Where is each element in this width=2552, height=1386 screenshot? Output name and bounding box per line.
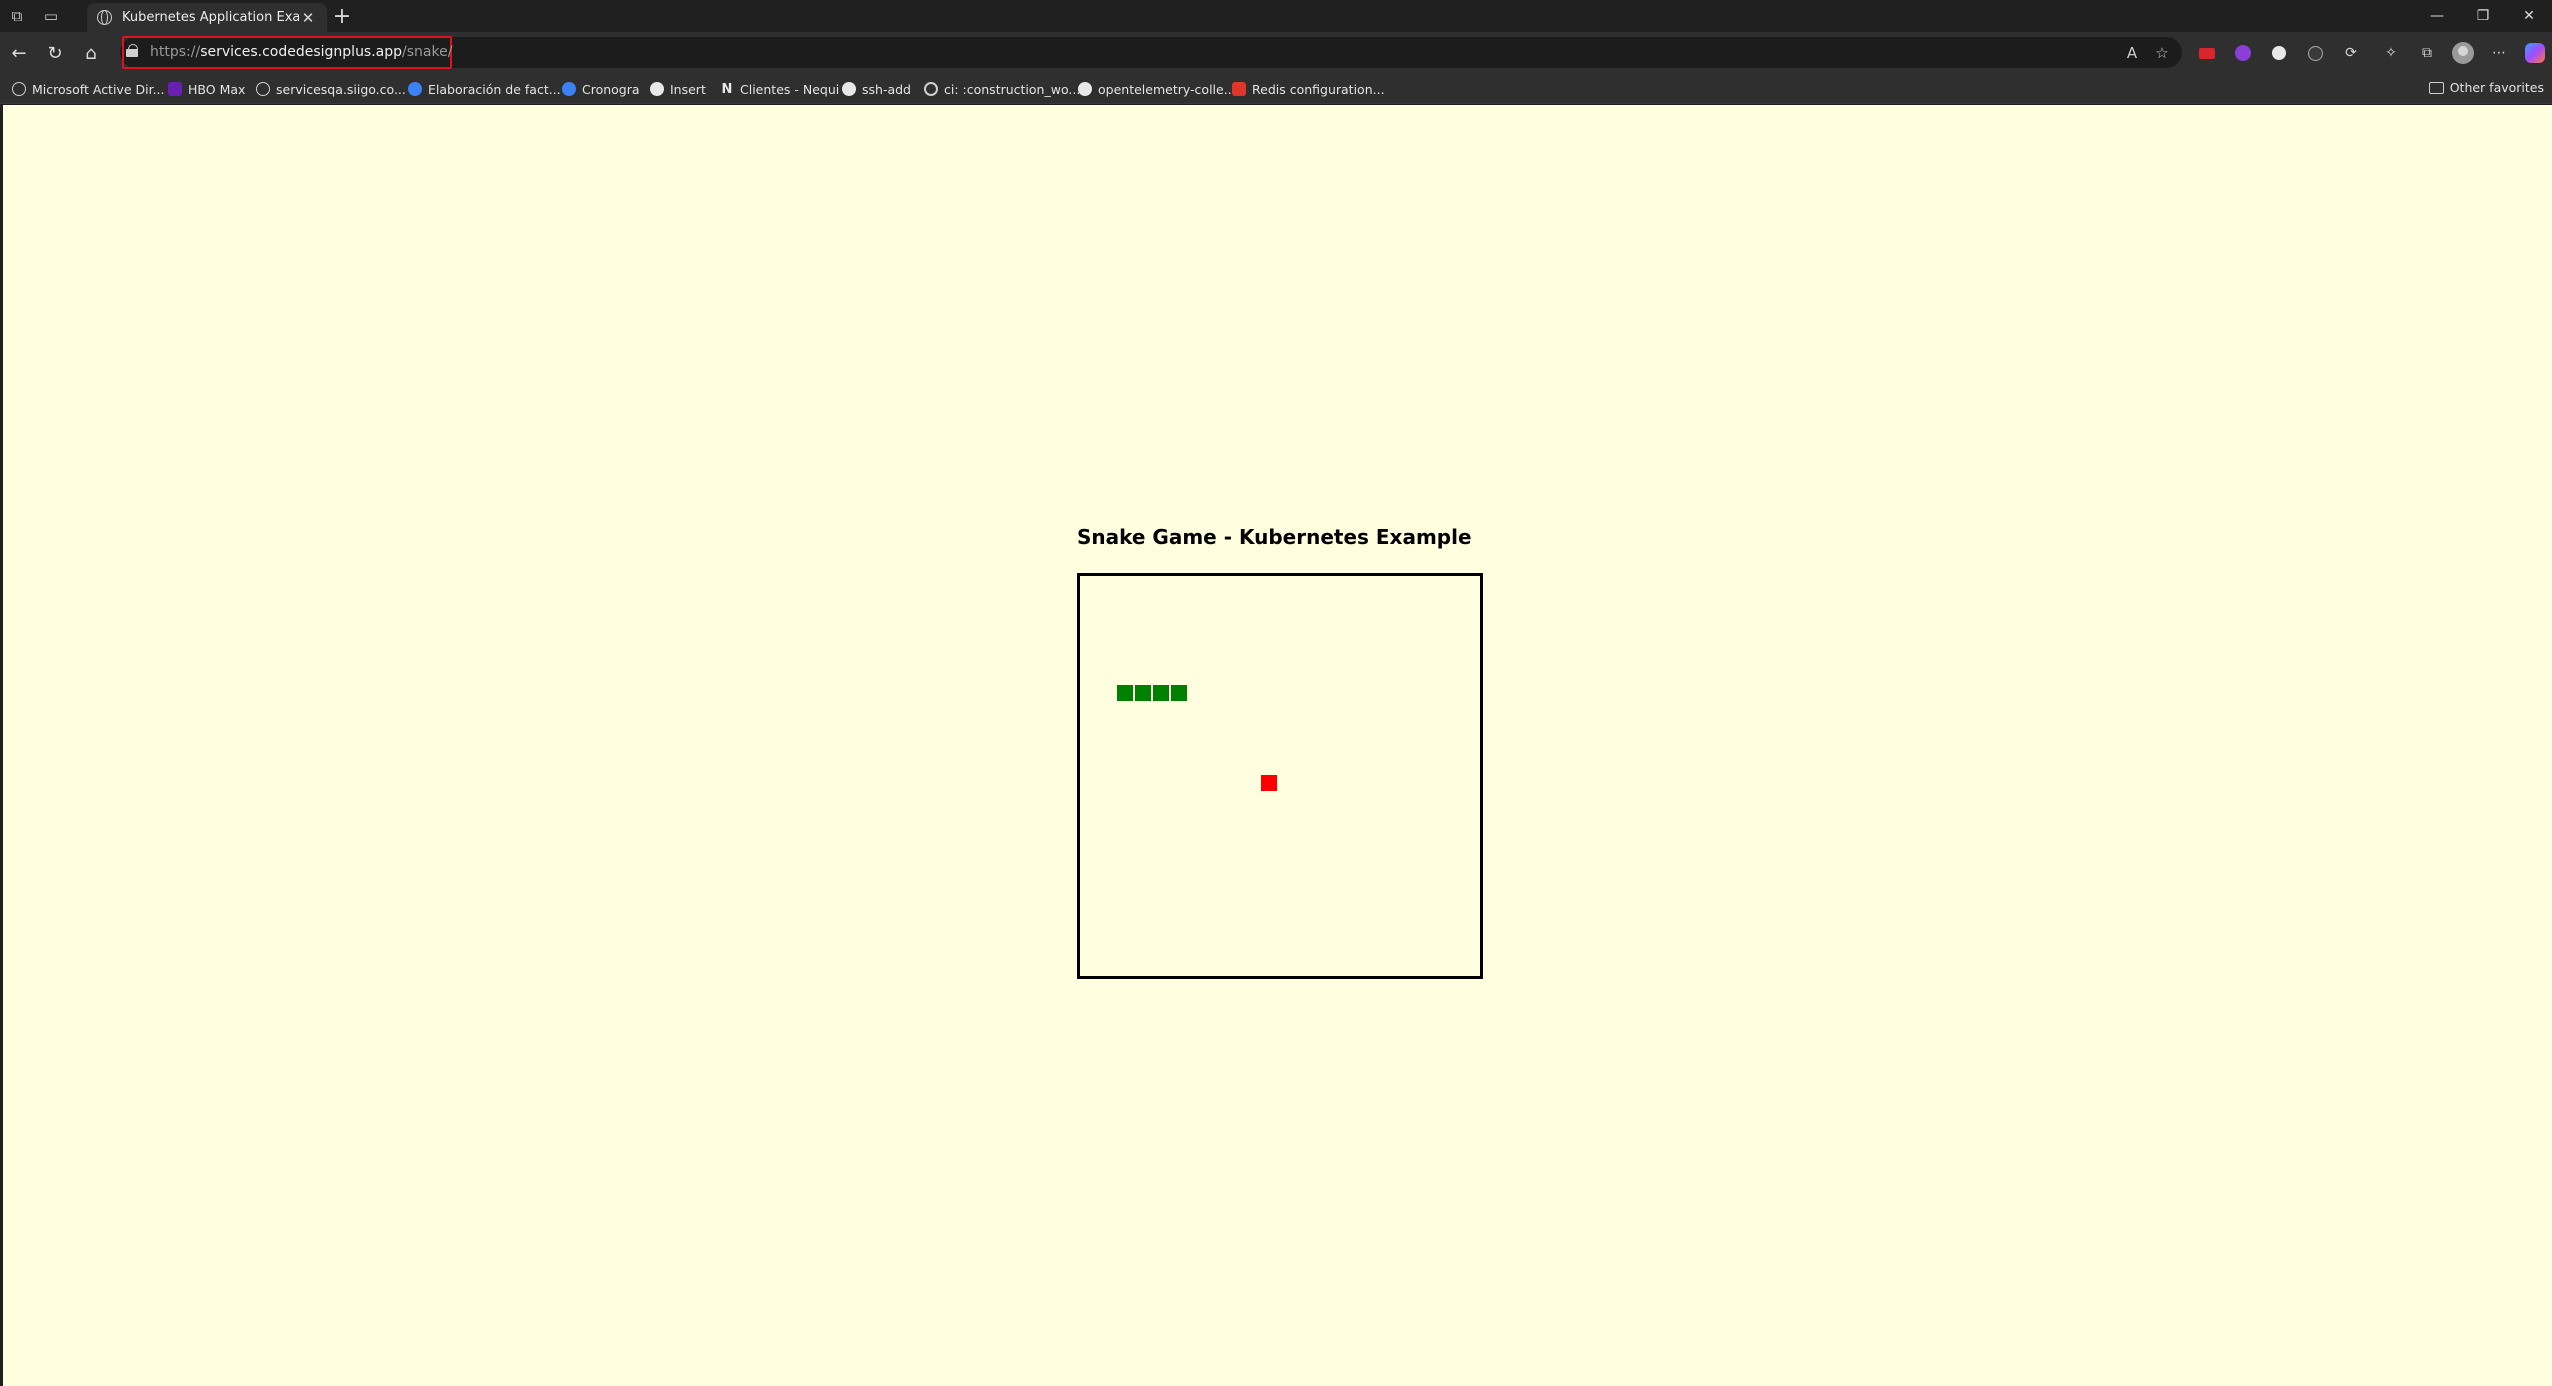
redis-icon [1232, 82, 1246, 96]
home-button[interactable]: ⌂ [76, 39, 106, 67]
url-path: /snake/ [402, 44, 453, 60]
bookmark-redis-configuration[interactable]: Redis configuration... [1232, 80, 1385, 98]
snake-segment [1135, 685, 1151, 701]
globe-icon [12, 82, 26, 96]
github-icon [650, 82, 664, 96]
tab-title: Kubernetes Application Example [122, 10, 299, 25]
bookmark-label: Cronogra [582, 81, 640, 97]
bookmark-opentelemetry[interactable]: opentelemetry-colle... [1078, 80, 1236, 98]
bookmarks-bar: Microsoft Active Dir... HBO Max services… [0, 74, 2552, 104]
other-favorites-label: Other favorites [2449, 80, 2544, 95]
profile-avatar[interactable] [2452, 42, 2474, 64]
bookmark-ssh-add[interactable]: ssh-add [842, 80, 911, 98]
snake-segment [1117, 685, 1133, 701]
close-tab-icon[interactable]: ✕ [299, 9, 317, 27]
bookmark-servicesqa[interactable]: servicesqa.siigo.co... [256, 80, 406, 98]
extension-dark-icon[interactable] [2304, 42, 2326, 64]
read-aloud-icon[interactable]: A [2122, 43, 2142, 63]
globe-icon [256, 82, 270, 96]
extension-sync-icon[interactable]: ⟳ [2340, 42, 2362, 64]
favorite-star-icon[interactable]: ☆ [2152, 43, 2172, 63]
minimize-button[interactable]: — [2414, 0, 2460, 32]
workspaces-icon[interactable]: ⧉ [0, 0, 34, 32]
more-options-icon[interactable]: ⋯ [2488, 42, 2510, 64]
window-controls: — ❐ ✕ [2414, 0, 2552, 32]
bookmark-label: Elaboración de fact... [428, 81, 561, 97]
url-protocol: https:// [150, 44, 201, 60]
bookmark-clientes-nequi[interactable]: N Clientes - Nequi [720, 80, 840, 98]
bookmark-label: ssh-add [862, 81, 911, 97]
snake-segment [1153, 685, 1169, 701]
bookmark-label: ci: :construction_wo... [944, 81, 1081, 97]
bookmark-microsoft-active-dir[interactable]: Microsoft Active Dir... [12, 80, 165, 98]
page-content: Snake Game - Kubernetes Example [3, 105, 2552, 1386]
other-favorites-folder[interactable]: Other favorites [2428, 80, 2544, 95]
restore-button[interactable]: ❐ [2460, 0, 2506, 32]
food-pellet [1261, 775, 1277, 791]
lock-icon[interactable] [126, 44, 138, 57]
bookmark-label: Microsoft Active Dir... [32, 81, 165, 97]
snake-head [1171, 685, 1187, 701]
collections-icon[interactable]: ⧉ [2416, 42, 2438, 64]
github-icon [842, 82, 856, 96]
notion-icon: N [721, 81, 733, 97]
game-canvas[interactable] [1077, 573, 1483, 979]
bookmark-label: Redis configuration... [1252, 81, 1385, 97]
close-window-button[interactable]: ✕ [2506, 0, 2552, 32]
bookmark-cronogra[interactable]: Cronogra [562, 80, 640, 98]
bookmark-insert[interactable]: Insert [650, 80, 706, 98]
url-text[interactable]: https://services.codedesignplus.app/snak… [150, 44, 452, 60]
bookmark-label: opentelemetry-colle... [1098, 81, 1236, 97]
new-tab-button[interactable]: + [330, 4, 354, 29]
bookmark-label: Insert [670, 81, 706, 97]
copilot-icon[interactable] [2524, 42, 2546, 64]
bookmark-hbo-max[interactable]: HBO Max [168, 80, 245, 98]
bookmark-label: Clientes - Nequi [740, 81, 840, 97]
extension-purple-icon[interactable] [2232, 42, 2254, 64]
extension-white-icon[interactable] [2268, 42, 2290, 64]
blue-circle-icon [562, 82, 576, 96]
url-host: services.codedesignplus.app [200, 44, 403, 60]
tab-strip: ⧉ ▭ Kubernetes Application Example ✕ + —… [0, 0, 2552, 32]
tab-active[interactable]: Kubernetes Application Example ✕ [87, 3, 327, 32]
back-button[interactable]: ← [4, 39, 34, 67]
blue-circle-icon [408, 82, 422, 96]
refresh-button[interactable]: ↻ [40, 39, 70, 67]
folder-icon [2428, 81, 2444, 94]
page-title: Snake Game - Kubernetes Example [1077, 525, 1472, 549]
bookmark-elaboracion[interactable]: Elaboración de fact... [408, 80, 561, 98]
hbo-icon [168, 82, 182, 96]
bookmark-ci-construction[interactable]: ci: :construction_wo... [924, 80, 1080, 98]
vertical-tabs-icon[interactable]: ▭ [34, 0, 68, 32]
bookmark-label: servicesqa.siigo.co... [276, 81, 406, 97]
extensions-puzzle-icon[interactable]: ✧ [2380, 42, 2402, 64]
bookmark-label: HBO Max [188, 81, 246, 97]
globe-icon [97, 10, 112, 25]
ring-icon [924, 82, 938, 96]
github-icon [1078, 82, 1092, 96]
toolbar: ← ↻ ⌂ https://services.codedesignplus.ap… [0, 32, 2552, 74]
extension-red-icon[interactable] [2196, 42, 2218, 64]
